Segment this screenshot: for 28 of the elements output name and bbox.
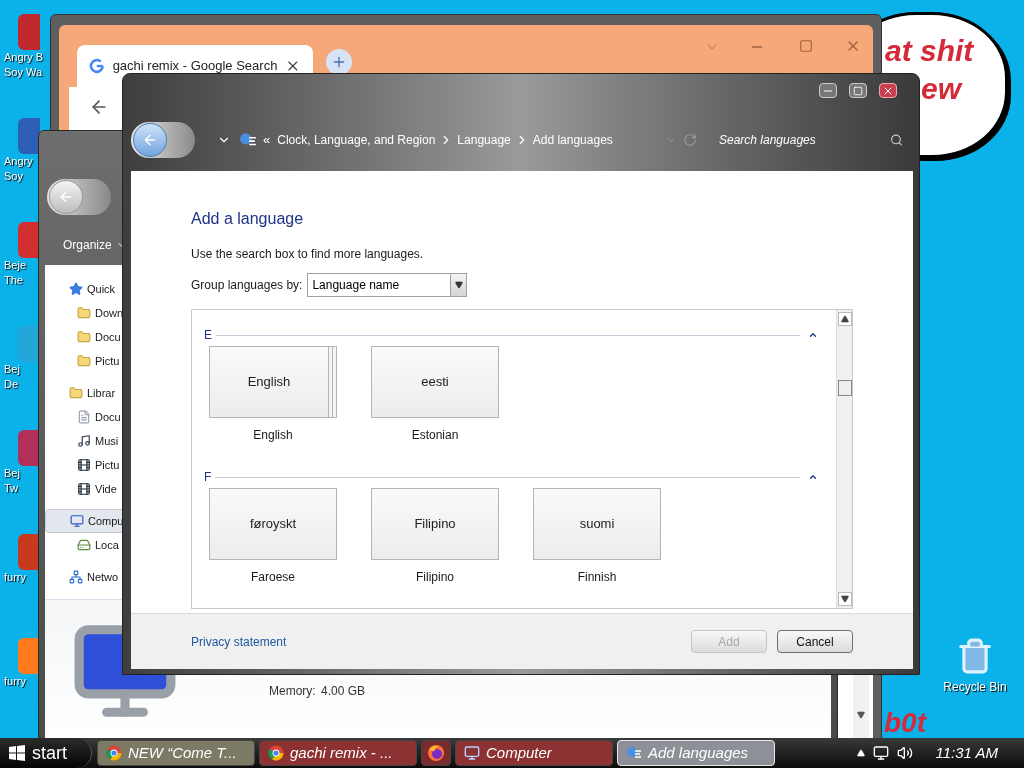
group-by-label: Group languages by: [191,277,303,294]
language-name: Filipino [416,569,454,586]
dialog-heading: Add a language [191,209,305,229]
language-name: Estonian [411,427,459,444]
wallpaper-text: ew [921,71,962,107]
group-letter: E [204,327,212,344]
icon-label: Soy Wa [4,65,43,80]
language-name: Faroese [251,569,295,586]
icon-label: Beje [4,258,27,273]
wallpaper-text: at shit [885,33,974,69]
icon-label: furry [4,674,26,689]
memory-value: 4.00 GB [321,683,366,700]
wallpaper-text: b0t [884,706,926,740]
icon-label: The [4,273,23,288]
memory-label: Memory: [269,683,316,700]
language-name: Finnish [577,569,617,586]
icon-label: Soy [4,169,23,184]
hint-text: Use the search box to find more languages. [191,246,425,263]
icon-label: Bej [4,362,20,377]
icon-label: Bej [4,466,20,481]
icon-label: Angry [4,154,33,169]
icon-label: furry [4,570,26,585]
group-letter: F [204,469,212,486]
icon-label: Angry B [4,50,44,65]
language-name: English [253,427,293,444]
icon-label: De [4,377,19,392]
icon-label: Tw [4,481,19,496]
icon-label: Recycle Bin [943,679,1007,696]
